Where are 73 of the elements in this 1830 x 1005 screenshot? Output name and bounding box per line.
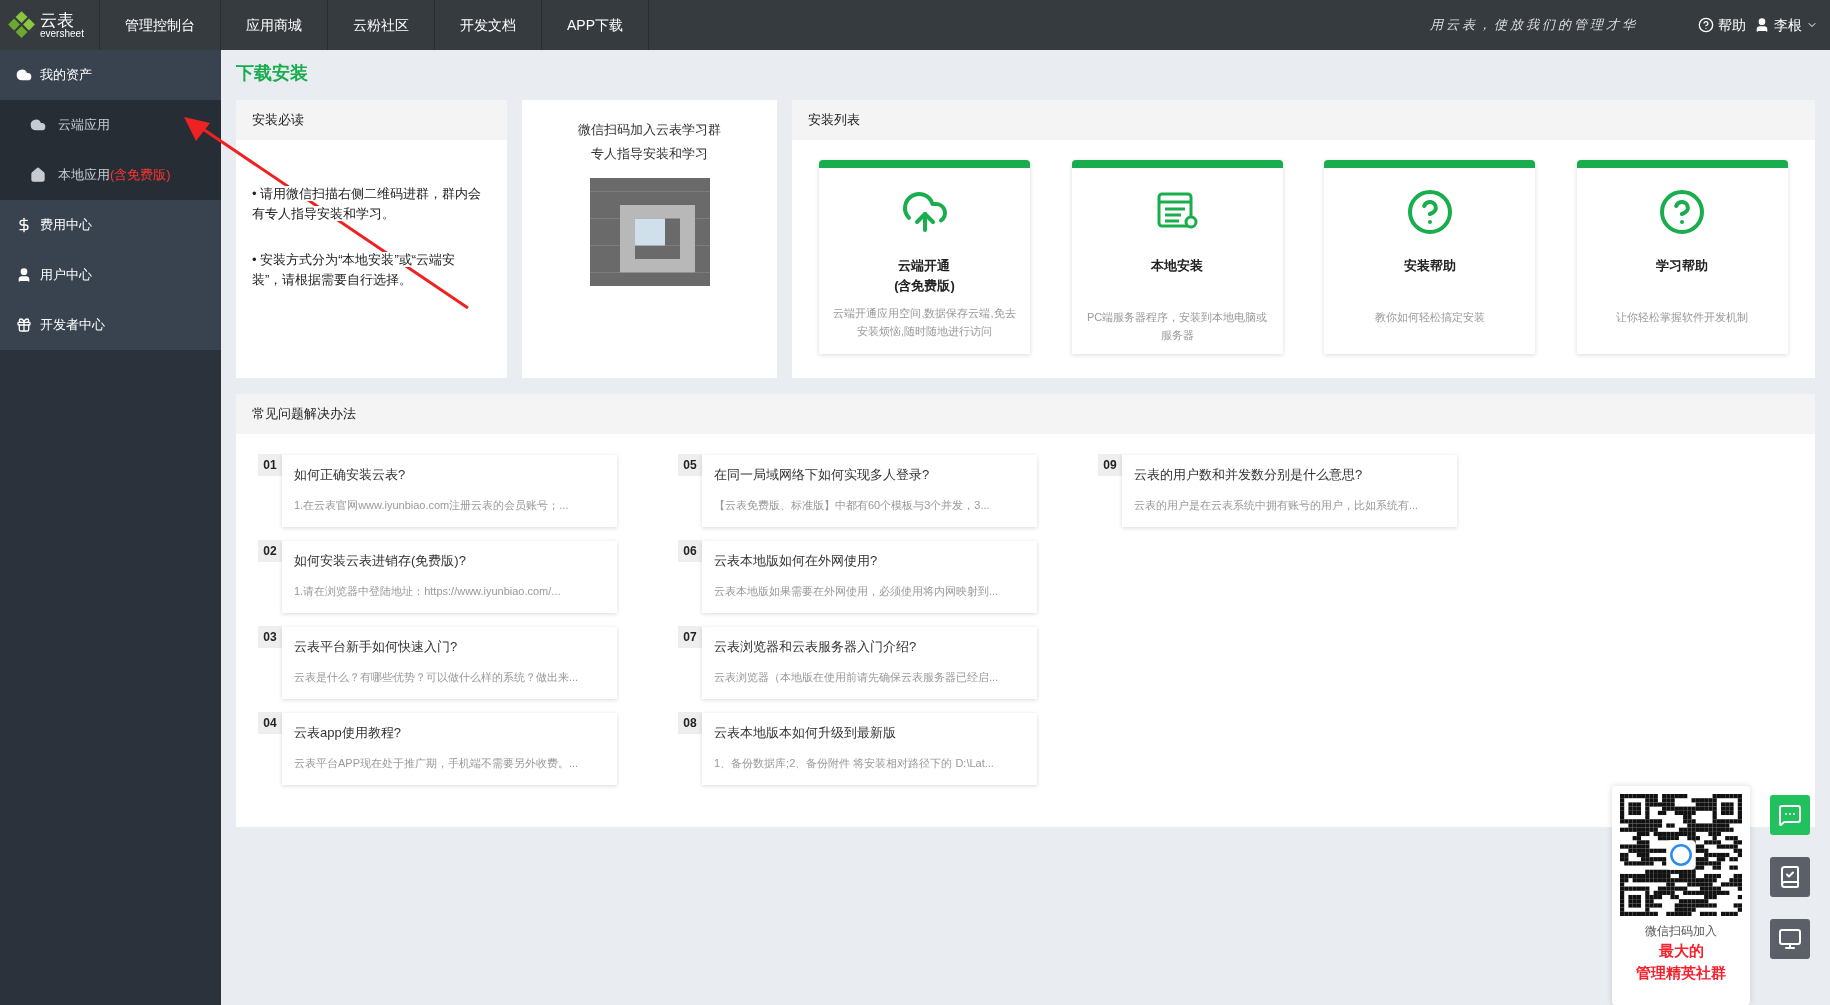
- help-link[interactable]: 帮助: [1698, 14, 1746, 36]
- option-title: 安装帮助: [1403, 257, 1456, 275]
- user-icon: [1754, 17, 1770, 33]
- card-header: 安装列表: [792, 100, 1815, 140]
- logo-text: 云表: [40, 11, 74, 29]
- faq-number: 09: [1098, 454, 1122, 476]
- install-option-card[interactable]: 本地安装 PC端服务器程序，安装到本地电脑或服务器: [1071, 160, 1283, 354]
- home-icon: [30, 167, 46, 183]
- faq-item[interactable]: 云表本地版本如何升级到最新版 1、备份数据库;2、备份附件 将安装相对路径下的 D:\Lat...: [702, 713, 1037, 785]
- sidebar-item[interactable]: 开发者中心: [0, 300, 221, 350]
- qr-code-icon: [1620, 794, 1742, 916]
- install-option-card[interactable]: 安装帮助 教你如何轻松搞定安装: [1324, 160, 1536, 354]
- faq-number: 04: [258, 712, 282, 734]
- user-menu[interactable]: 李根: [1754, 14, 1818, 36]
- card-header: 常见问题解决办法: [236, 394, 1815, 434]
- faq-item[interactable]: 云表平台新手如何快速入门? 云表是什么？有哪些优势？可以做什么样的系统？做出来...: [282, 627, 617, 699]
- option-description: 云端开通应用空间,数据保存云端,免去安装烦恼,随时随地进行访问: [832, 306, 1017, 339]
- faq-number: 08: [678, 712, 702, 734]
- note-text: • 安装方式分为“本地安装”或“云端安装”，请根据需要自行选择。: [252, 251, 457, 289]
- gift-icon: [16, 317, 32, 333]
- faq-number: 06: [678, 540, 702, 562]
- sidebar-item[interactable]: 我的资产: [0, 50, 221, 100]
- faq-number: 02: [258, 540, 282, 562]
- nav-tab[interactable]: 开发文档: [435, 0, 542, 50]
- install-option-card[interactable]: 云端开通 (含免费版) 云端开通应用空间,数据保存云端,免去安装烦恼,随时随地进行访问: [819, 160, 1030, 354]
- faq-number: 03: [258, 626, 282, 648]
- card-header: 安装必读: [236, 100, 507, 140]
- qr-caption: 专人指导安装和学习: [591, 145, 708, 163]
- nav-tab[interactable]: 应用商城: [221, 0, 328, 50]
- sidebar-item[interactable]: 费用中心: [0, 200, 221, 250]
- faq-number: 07: [678, 626, 702, 648]
- faq-number: 01: [258, 454, 282, 476]
- faq-item[interactable]: 如何正确安装云表? 1.在云表官网www.iyunbiao.com注册云表的会员账号；...: [282, 455, 617, 527]
- user-icon: [16, 267, 32, 283]
- sidebar-item[interactable]: 用户中心: [0, 250, 221, 300]
- qr-caption: 微信扫码加入云表学习群: [578, 121, 721, 139]
- faq-item[interactable]: 云表app使用教程? 云表平台APP现在处于推广期，手机端不需要另外收费。...: [282, 713, 617, 785]
- page-title: 下载安装: [236, 62, 309, 84]
- nav-tab[interactable]: 云粉社区: [328, 0, 435, 50]
- logo-subtext: eversheet: [40, 28, 84, 39]
- option-title: 学习帮助: [1656, 257, 1709, 275]
- faq-item[interactable]: 在同一局域网络下如何实现多人登录? 【云表免费版、标准版】中都有60个模板与3个并发，3...: [702, 455, 1037, 527]
- faq-item[interactable]: 云表的用户数和并发数分别是什么意思? 云表的用户是在云表系统中拥有账号的用户，比如系统有...: [1122, 455, 1457, 527]
- option-description: 让你轻松掌握软件开发机制: [1616, 310, 1749, 325]
- cloud-icon: [30, 117, 46, 133]
- popup-highlight: 最大的: [1658, 941, 1704, 961]
- popup-highlight: 管理精英社群: [1636, 963, 1726, 983]
- install-option-card[interactable]: 学习帮助 让你轻松掌握软件开发机制: [1576, 160, 1788, 354]
- book-icon: [1778, 865, 1802, 889]
- submenu-item[interactable]: 本地应用(含免费版): [0, 150, 221, 200]
- help-bubble-icon: [1405, 188, 1454, 236]
- help-bubble-icon: [1658, 188, 1707, 236]
- option-title: 本地安装: [1151, 257, 1204, 275]
- popup-caption: 微信扫码加入: [1645, 923, 1717, 940]
- faq-number: 05: [678, 454, 702, 476]
- help-icon: [1698, 17, 1714, 33]
- faq-item[interactable]: 云表本地版如何在外网使用? 云表本地版如果需要在外网使用，必须使用将内网映射到...: [702, 541, 1037, 613]
- cloud-icon: [16, 67, 32, 83]
- chat-icon: [1778, 803, 1802, 827]
- option-description: 教你如何轻松搞定安装: [1374, 310, 1485, 325]
- faq-item[interactable]: 如何安装云表进销存(免费版)? 1.请在浏览器中登陆地址：https://www.iyunbiao.com/...: [282, 541, 617, 613]
- option-title: 云端开通 (含免费版): [894, 257, 955, 295]
- dollar-icon: [16, 217, 32, 233]
- monitor-icon: [1778, 927, 1802, 951]
- logo-icon: [8, 11, 36, 39]
- book-float-button[interactable]: [1770, 857, 1810, 897]
- option-description: PC端服务器程序，安装到本地电脑或服务器: [1086, 310, 1269, 343]
- monitor-float-button[interactable]: [1770, 919, 1810, 959]
- submenu-item[interactable]: 云端应用: [0, 100, 221, 150]
- slogan: 用云表，使放我们的管理才华: [1430, 16, 1638, 35]
- nav-tab[interactable]: APP下载: [542, 0, 649, 50]
- note-text: • 请用微信扫描右侧二维码进群，群内会有专人指导安装和学习。: [252, 185, 483, 223]
- faq-item[interactable]: 云表浏览器和云表服务器入门介绍? 云表浏览器（本地版在使用前请先确保云表服务器已经启...: [702, 627, 1037, 699]
